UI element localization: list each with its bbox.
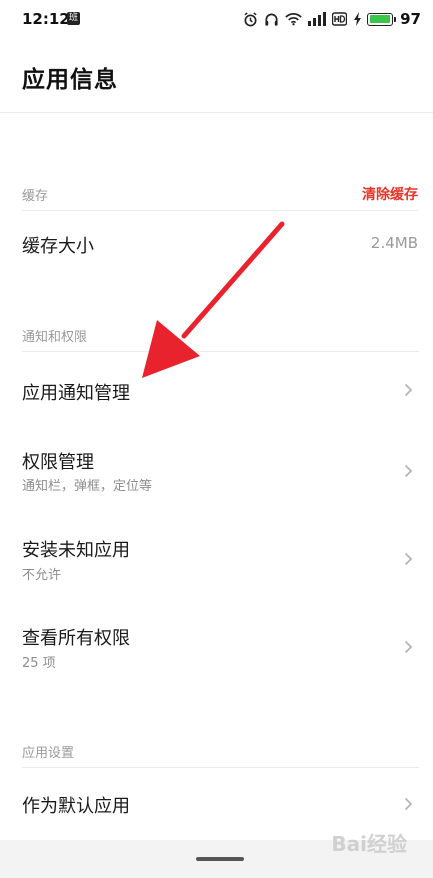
- settings-section-label: 应用设置: [22, 746, 75, 761]
- charging-icon: [354, 12, 362, 26]
- list-item-title: 权限管理: [22, 452, 94, 473]
- list-item-title: 查看所有权限: [22, 628, 130, 649]
- list-item-title: 安装未知应用: [22, 540, 130, 561]
- notification-app-icon: 班: [67, 12, 80, 25]
- list-item-subtitle: 不允许: [22, 568, 62, 583]
- alarm-icon: [244, 11, 257, 26]
- list-item-title: 作为默认应用: [22, 796, 130, 817]
- clear-cache-button[interactable]: 清除缓存: [362, 184, 418, 204]
- cache-size-label: 缓存大小: [22, 236, 94, 257]
- header-divider: [0, 112, 433, 113]
- cache-size-value: 2.4MB: [370, 234, 418, 252]
- battery-icon: [367, 12, 394, 26]
- battery-fill: [369, 15, 390, 23]
- list-item-install-unknown-apps[interactable]: 安装未知应用 不允许: [0, 528, 433, 598]
- section-divider: [22, 767, 419, 768]
- headphones-icon: [265, 13, 278, 26]
- list-item-view-all-permissions[interactable]: 查看所有权限 25 项: [0, 616, 433, 686]
- chevron-right-icon: [404, 464, 413, 478]
- page-title: 应用信息: [22, 67, 118, 93]
- list-item-subtitle: 通知栏，弹框，定位等: [22, 479, 153, 494]
- list-item-subtitle: 25 项: [22, 656, 56, 671]
- signal-icon: [308, 12, 327, 26]
- section-divider: [22, 210, 419, 211]
- permissions-section-label: 通知和权限: [22, 330, 88, 345]
- watermark: Bai经验: [331, 832, 407, 856]
- battery-tip: [394, 16, 397, 22]
- wifi-icon: [285, 13, 302, 26]
- battery-percent: 97: [400, 10, 421, 28]
- cache-size-row: 缓存大小 2.4MB: [0, 212, 433, 274]
- list-item-app-notifications[interactable]: 应用通知管理: [0, 355, 433, 425]
- section-divider: [22, 351, 419, 352]
- status-icons: 97: [243, 10, 421, 28]
- chevron-right-icon: [404, 383, 413, 397]
- status-time: 12:12: [22, 10, 70, 28]
- chevron-right-icon: [404, 797, 413, 811]
- status-bar: 12:12 班 97: [0, 0, 433, 40]
- list-item-permission-management[interactable]: 权限管理 通知栏，弹框，定位等: [0, 440, 433, 510]
- chevron-right-icon: [404, 640, 413, 654]
- cache-section-label: 缓存: [22, 189, 49, 204]
- home-indicator[interactable]: [196, 857, 244, 861]
- hd-icon: [332, 12, 348, 26]
- list-item-title: 应用通知管理: [22, 383, 130, 404]
- chevron-right-icon: [404, 552, 413, 566]
